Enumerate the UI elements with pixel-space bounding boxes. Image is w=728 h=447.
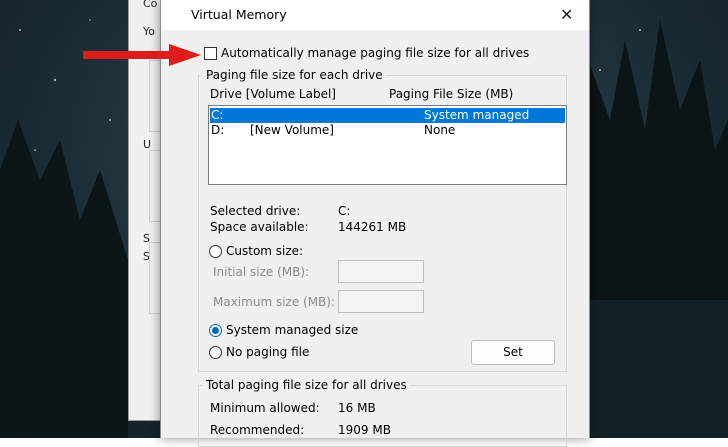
- close-icon: ✕: [560, 5, 574, 24]
- system-managed-label[interactable]: System managed size: [226, 323, 358, 337]
- virtual-memory-dialog: Virtual Memory ✕ Automatically manage pa…: [160, 0, 590, 447]
- selected-drive-value: C:: [338, 204, 351, 218]
- column-header-drive: Drive [Volume Label]: [210, 87, 336, 101]
- custom-size-radio[interactable]: [209, 245, 222, 258]
- drive-paging-size: None: [424, 123, 456, 137]
- set-button[interactable]: Set: [471, 340, 555, 365]
- maximum-size-label: Maximum size (MB):: [213, 295, 336, 309]
- paging-group-title: Paging file size for each drive: [203, 68, 386, 82]
- back-window-text-fragment: Yo: [143, 25, 155, 38]
- title-bar[interactable]: Virtual Memory ✕: [161, 0, 589, 30]
- recommended-label: Recommended:: [210, 423, 305, 437]
- minimum-allowed-value: 16 MB: [338, 401, 376, 415]
- maximum-size-input[interactable]: [338, 290, 424, 313]
- drive-list[interactable]: C: System managed D: [New Volume] None: [208, 105, 567, 185]
- no-paging-label[interactable]: No paging file: [226, 345, 309, 359]
- selected-drive-label: Selected drive:: [210, 204, 301, 218]
- drive-paging-size: System managed: [424, 108, 530, 122]
- minimum-allowed-label: Minimum allowed:: [210, 401, 320, 415]
- space-available-value: 144261 MB: [338, 220, 407, 234]
- space-available-label: Space available:: [210, 220, 309, 234]
- drive-row-d[interactable]: D: [New Volume] None: [210, 123, 565, 138]
- recommended-value: 1909 MB: [338, 423, 391, 437]
- drive-volume-label: [New Volume]: [250, 123, 334, 137]
- auto-manage-checkbox[interactable]: [204, 47, 217, 60]
- initial-size-label: Initial size (MB):: [213, 265, 310, 279]
- column-header-size: Paging File Size (MB): [389, 87, 514, 101]
- no-paging-radio[interactable]: [209, 346, 222, 359]
- auto-manage-label[interactable]: Automatically manage paging file size fo…: [221, 46, 529, 60]
- red-arrow-icon: [83, 44, 201, 66]
- back-window-tab-fragment: Co: [143, 0, 158, 10]
- total-group-title: Total paging file size for all drives: [203, 378, 410, 392]
- system-managed-radio[interactable]: [209, 324, 222, 337]
- initial-size-input[interactable]: [338, 260, 424, 283]
- custom-size-label[interactable]: Custom size:: [226, 244, 303, 258]
- drive-letter: C:: [211, 108, 224, 122]
- close-button[interactable]: ✕: [547, 0, 585, 30]
- dialog-title: Virtual Memory: [191, 7, 287, 22]
- drive-letter: D:: [211, 123, 225, 137]
- drive-row-c[interactable]: C: System managed: [210, 108, 565, 123]
